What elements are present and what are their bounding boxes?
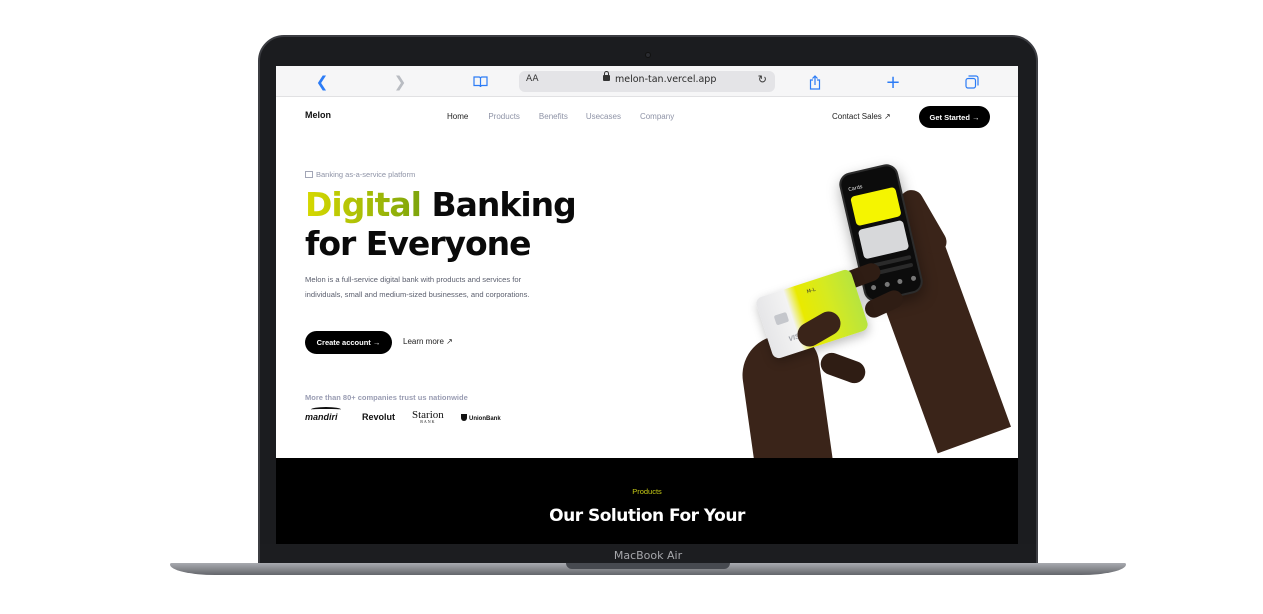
- site-logo[interactable]: Melon: [305, 110, 331, 120]
- card-chip-icon: [773, 311, 790, 326]
- hero-title-accent: Digital: [305, 185, 422, 224]
- hero-eyebrow-text: Banking as-a-service platform: [316, 170, 416, 179]
- unionbank-logo: UnionBank: [461, 414, 501, 422]
- site-nav: Home Products Benefits Usecases Company: [447, 112, 674, 121]
- book-icon[interactable]: [470, 72, 490, 92]
- forward-icon[interactable]: ❯: [390, 72, 410, 92]
- hero-title-rest: Banking: [421, 185, 576, 224]
- nav-home[interactable]: Home: [447, 112, 468, 121]
- hero-title-line2: for Everyone: [305, 224, 532, 263]
- products-eyebrow: Products: [632, 487, 662, 496]
- browser-screen: ❮ ❯ AA melon-tan.vercel.app ↻ + Melon Ho…: [276, 66, 1018, 544]
- lock-icon: [603, 71, 610, 81]
- products-heading: Our Solution For Your: [549, 506, 745, 526]
- revolut-logo: Revolut: [362, 412, 396, 422]
- back-icon[interactable]: ❮: [312, 72, 332, 92]
- tabs-icon[interactable]: [962, 72, 982, 92]
- hero-description: Melon is a full-service digital bank wit…: [305, 275, 530, 299]
- site-page: Melon Home Products Benefits Usecases Co…: [276, 97, 1018, 470]
- learn-more-link[interactable]: Learn more ↗: [403, 337, 453, 346]
- camera-icon: [645, 52, 651, 58]
- laptop-notch: [566, 563, 730, 569]
- products-section: Products Our Solution For Your: [276, 458, 1018, 544]
- nav-company[interactable]: Company: [640, 112, 674, 121]
- nav-benefits[interactable]: Benefits: [539, 112, 568, 121]
- get-started-button[interactable]: Get Started →: [919, 106, 990, 128]
- url-text[interactable]: melon-tan.vercel.app: [615, 74, 716, 85]
- hero-title: Digital Banking for Everyone: [305, 185, 577, 263]
- bank-icon: [305, 171, 313, 178]
- nav-usecases[interactable]: Usecases: [586, 112, 621, 121]
- create-account-button[interactable]: Create account →: [305, 331, 392, 354]
- reload-icon[interactable]: ↻: [758, 73, 767, 86]
- browser-toolbar: ❮ ❯ AA melon-tan.vercel.app ↻ +: [276, 66, 1018, 97]
- nav-products[interactable]: Products: [488, 112, 520, 121]
- mandiri-logo: mandiri: [305, 407, 341, 422]
- hero-eyebrow: Banking as-a-service platform: [305, 170, 415, 179]
- laptop-bezel: MacBook Air: [260, 544, 1036, 563]
- new-tab-icon[interactable]: +: [883, 72, 903, 93]
- text-size-button[interactable]: AA: [526, 74, 539, 84]
- contact-sales-link[interactable]: Contact Sales ↗: [832, 112, 891, 121]
- hero-image: Cards M-L VISA: [716, 157, 1018, 470]
- address-bar[interactable]: AA melon-tan.vercel.app ↻: [519, 71, 775, 92]
- starion-logo: Starion BANK: [412, 409, 444, 424]
- trust-text: More than 80+ companies trust us nationw…: [305, 393, 468, 402]
- share-icon[interactable]: [805, 72, 825, 92]
- device-label: MacBook Air: [613, 549, 683, 562]
